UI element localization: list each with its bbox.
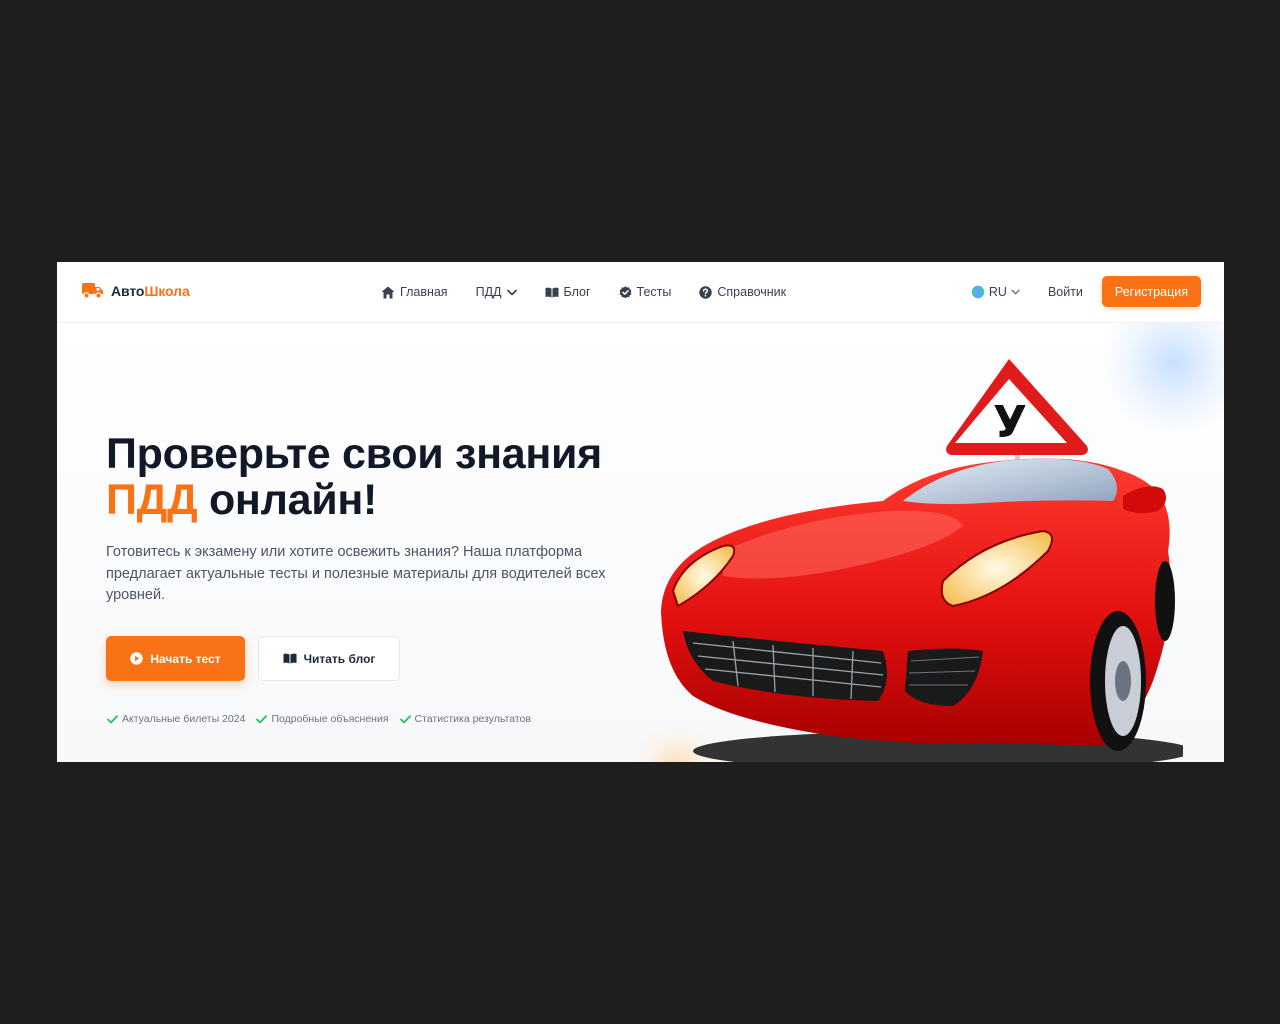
book-open-icon: [545, 287, 558, 297]
nav-item-label: Тесты: [636, 285, 672, 299]
site-header: АвтоШкола Главная ПДД Блог Тесты Справоч…: [57, 262, 1224, 323]
book-open-icon: [283, 653, 297, 664]
nav-item-tests[interactable]: Тесты: [619, 285, 672, 299]
nav-item-label: Блог: [563, 285, 591, 299]
logo-text: АвтоШкола: [111, 282, 190, 299]
browser-viewport: АвтоШкола Главная ПДД Блог Тесты Справоч…: [57, 262, 1224, 762]
nav-item-reference[interactable]: Справочник: [699, 285, 786, 299]
hero-section: Проверьте свои знания ПДД онлайн! Готови…: [57, 293, 1224, 762]
feature-list: Актуальные билеты 2024 Подробные объясне…: [107, 713, 531, 725]
register-button[interactable]: Регистрация: [1101, 276, 1201, 307]
feature-item: Актуальные билеты 2024: [107, 713, 245, 725]
check-icon: [107, 714, 118, 723]
check-icon: [256, 714, 268, 723]
login-link[interactable]: Войти: [1048, 285, 1083, 299]
logo[interactable]: АвтоШкола: [82, 282, 190, 299]
home-icon: [381, 286, 395, 298]
header-actions: RU Войти Регистрация: [971, 276, 1201, 307]
nav-item-blog[interactable]: Блог: [545, 285, 591, 299]
red-car-with-student-sign-image: У: [661, 359, 1193, 762]
nav-item-pdd[interactable]: ПДД: [476, 285, 517, 299]
language-selector[interactable]: RU: [971, 285, 1020, 299]
nav-item-label: Справочник: [717, 285, 787, 299]
feature-item: Подробные объяснения: [256, 713, 389, 725]
nav-item-label: ПДД: [475, 285, 502, 299]
play-circle-icon: [130, 652, 144, 665]
truck-icon: [82, 283, 103, 299]
hero-illustration: У: [653, 351, 1193, 762]
nav-item-label: Главная: [400, 285, 448, 299]
chevron-down-icon: [1011, 289, 1020, 294]
hero-description: Готовитесь к экзамену или хотите освежит…: [106, 544, 606, 603]
read-blog-button[interactable]: Читать блог: [258, 636, 400, 681]
read-blog-label: Читать блог: [303, 651, 376, 666]
main-nav: Главная ПДД Блог Тесты Справочник: [381, 262, 786, 322]
nav-item-home[interactable]: Главная: [381, 285, 448, 299]
check-icon: [399, 714, 411, 723]
start-test-label: Начать тест: [150, 651, 221, 666]
hero-title: Проверьте свои знания ПДД онлайн!: [106, 430, 602, 524]
hero-title-accent: ПДД: [106, 476, 198, 524]
chevron-down-icon: [506, 289, 517, 295]
question-circle-icon: [699, 285, 713, 299]
check-circle-icon: [619, 285, 631, 298]
language-label: RU: [988, 284, 1007, 299]
start-test-button[interactable]: Начать тест: [106, 636, 245, 681]
globe-icon: [971, 285, 985, 298]
feature-item: Статистика результатов: [399, 713, 531, 725]
svg-text:У: У: [993, 397, 1027, 448]
